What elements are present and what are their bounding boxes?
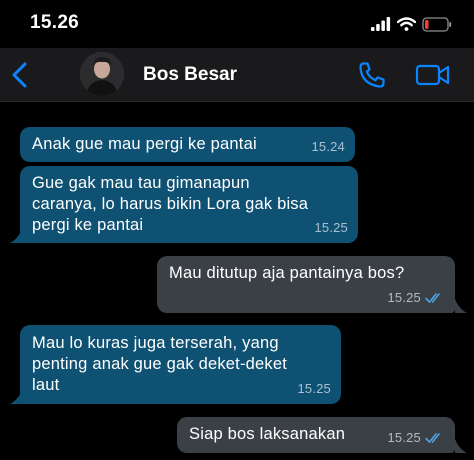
message-meta: 15.25 — [387, 287, 445, 308]
message-bubble-incoming[interactable]: Mau lo kuras juga terserah, yang penting… — [20, 325, 341, 404]
bubble-tail — [10, 229, 22, 243]
message-bubble-incoming[interactable]: Anak gue mau pergi ke pantai 15.24 — [20, 127, 355, 162]
message-meta: 15.25 — [314, 217, 348, 238]
message-meta: 15.24 — [311, 136, 345, 157]
message-bubble-incoming[interactable]: Gue gak mau tau gimanapun caranya, lo ha… — [20, 166, 358, 243]
message-time: 15.25 — [314, 220, 348, 235]
chevron-left-icon[interactable] — [8, 60, 32, 90]
bubble-tail — [10, 390, 22, 404]
bubble-tail — [455, 439, 467, 453]
message-bubble-outgoing[interactable]: Siap bos laksanakan 15.25 — [177, 417, 455, 453]
phone-icon[interactable] — [357, 60, 387, 90]
status-bar: 15.26 — [0, 0, 474, 48]
contact-name[interactable]: Bos Besar — [143, 64, 237, 86]
message-time: 15.24 — [311, 139, 345, 154]
message-text: Mau lo kuras juga terserah, yang penting… — [32, 334, 288, 394]
status-time: 15.26 — [30, 12, 80, 33]
message-text: Anak gue mau pergi ke pantai — [32, 135, 257, 153]
message-meta: 15.25 — [387, 427, 445, 448]
message-time: 15.25 — [387, 290, 421, 305]
signal-icon — [371, 17, 391, 31]
message-text: Gue gak mau tau gimanapun caranya, lo ha… — [32, 174, 309, 234]
message-list[interactable]: Anak gue mau pergi ke pantai 15.24 Gue g… — [0, 103, 474, 460]
message-time: 15.25 — [297, 381, 331, 396]
double-check-icon — [425, 432, 440, 443]
battery-low-icon — [422, 16, 452, 32]
double-check-icon — [425, 292, 440, 303]
contact-photo — [80, 52, 124, 96]
bubble-tail — [455, 299, 467, 313]
message-time: 15.25 — [387, 430, 421, 445]
message-text: Mau ditutup aja pantainya bos? — [169, 264, 405, 282]
message-meta: 15.25 — [297, 378, 331, 399]
message-bubble-outgoing[interactable]: Mau ditutup aja pantainya bos? 15.25 — [157, 256, 455, 313]
video-camera-icon[interactable] — [415, 62, 451, 88]
wifi-icon — [397, 17, 416, 31]
chat-header: Bos Besar — [0, 48, 474, 102]
avatar[interactable] — [80, 52, 124, 96]
status-icons — [371, 15, 452, 33]
